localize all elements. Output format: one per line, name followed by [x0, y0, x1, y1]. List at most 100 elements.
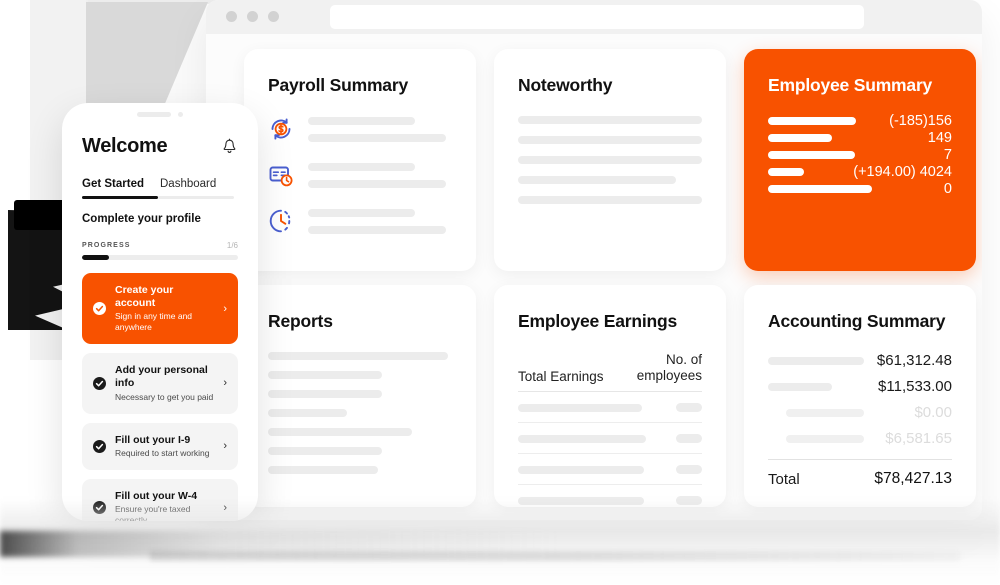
task-subtitle: Required to start working	[115, 447, 210, 458]
screenshot-root: Payroll Summary Noteworthy Employee Summ…	[0, 0, 1000, 585]
employee-summary-row: 149	[768, 129, 952, 146]
window-controls[interactable]	[226, 11, 279, 22]
chevron-right-icon[interactable]: ›	[223, 303, 227, 315]
table-row	[518, 454, 702, 486]
phone-header: Welcome	[82, 135, 238, 158]
window-close-dot[interactable]	[226, 11, 237, 22]
employee-summary-row: (+194.00) 4024	[768, 163, 952, 180]
card-noteworthy[interactable]: Noteworthy	[494, 49, 726, 271]
browser-chrome	[206, 0, 982, 34]
task-subtitle: Necessary to get you paid	[115, 391, 214, 402]
payroll-skeleton-lines	[308, 116, 452, 142]
payroll-skeleton-lines	[308, 208, 452, 234]
card-employee-earnings[interactable]: Employee Earnings Total Earnings No. of e…	[494, 285, 726, 507]
tab-get-started[interactable]: Get Started	[82, 178, 144, 190]
tab-inactive-indicator	[158, 196, 234, 199]
check-circle-icon	[93, 501, 106, 515]
browser-window: Payroll Summary Noteworthy Employee Summ…	[206, 0, 982, 520]
earnings-table-header: Total Earnings No. of employees	[518, 352, 702, 393]
payroll-skeleton-lines	[308, 162, 452, 188]
employee-summary-value: 149	[927, 129, 952, 146]
total-value: $78,427.13	[874, 470, 952, 487]
task-title: Fill out your I-9	[115, 433, 191, 446]
card-accounting-summary[interactable]: Accounting Summary $61,312.48 $11,533.00…	[744, 285, 976, 507]
column-header-no-of-employees: No. of employees	[636, 352, 702, 384]
progress-label: PROGRESS	[82, 242, 131, 249]
chevron-right-icon[interactable]: ›	[223, 502, 227, 514]
chevron-right-icon[interactable]: ›	[223, 440, 227, 452]
check-circle-icon	[93, 302, 106, 316]
table-row	[518, 392, 702, 424]
dashboard-card-grid: Payroll Summary Noteworthy Employee Summ…	[244, 49, 976, 507]
employee-summary-row: 7	[768, 146, 952, 163]
task-title: Add your personal info	[115, 364, 208, 390]
window-minimize-dot[interactable]	[247, 11, 258, 22]
check-circle-icon	[93, 376, 106, 390]
accounting-value: $0.00	[914, 404, 952, 421]
task-personal-info[interactable]: Add your personal info Necessary to get …	[82, 353, 238, 414]
browser-viewport: Payroll Summary Noteworthy Employee Summ…	[206, 34, 982, 520]
employee-summary-value: (-185)156	[889, 112, 952, 129]
card-employee-summary[interactable]: Employee Summary (-185)156 149 7 (+194.0…	[744, 49, 976, 271]
task-title: Fill out your W-4	[115, 489, 198, 502]
chevron-right-icon[interactable]: ›	[223, 377, 227, 389]
card-title: Noteworthy	[518, 75, 613, 95]
card-title: Payroll Summary	[268, 75, 408, 95]
window-maximize-dot[interactable]	[268, 11, 279, 22]
card-title: Accounting Summary	[768, 311, 946, 331]
noteworthy-skeleton-lines	[518, 116, 702, 204]
tab-active-indicator	[82, 196, 158, 199]
task-create-account[interactable]: Create your account Sign in any time and…	[82, 273, 238, 345]
address-bar[interactable]	[330, 5, 864, 29]
phone-camera	[178, 112, 183, 117]
phone-tabs[interactable]: Get Started Dashboard	[82, 174, 238, 192]
task-title: Create your account	[115, 284, 174, 310]
row-count-placeholder	[676, 465, 702, 475]
phone-mockup: Welcome Get Started Dashboard Complete y…	[62, 103, 258, 521]
task-fill-w4[interactable]: Fill out your W-4 Ensure you're taxed co…	[82, 478, 238, 521]
dollar-refresh-icon	[268, 116, 294, 142]
card-title: Employee Earnings	[518, 311, 678, 331]
column-header-total-earnings: Total Earnings	[518, 369, 604, 385]
accounting-row: $6,581.65	[768, 430, 952, 447]
progress-bar	[82, 255, 238, 260]
payroll-row	[268, 116, 452, 142]
bell-icon[interactable]	[221, 138, 238, 155]
progress-bar-fill	[82, 255, 109, 260]
check-circle-icon	[93, 439, 106, 453]
table-row	[518, 423, 702, 455]
phone-screen: Welcome Get Started Dashboard Complete y…	[62, 103, 258, 521]
divider	[768, 459, 952, 460]
payroll-row	[268, 208, 452, 234]
onboarding-task-list: Create your account Sign in any time and…	[82, 273, 238, 521]
bottom-ink-streak	[0, 531, 560, 557]
employee-summary-value: 0	[943, 180, 952, 197]
row-count-placeholder	[676, 434, 702, 444]
accounting-value: $11,533.00	[878, 378, 952, 395]
total-label: Total	[768, 470, 800, 488]
accounting-row: $0.00	[768, 404, 952, 421]
employee-summary-row: 0	[768, 180, 952, 197]
employee-summary-value: (+194.00) 4024	[853, 163, 952, 180]
reports-skeleton-lines	[268, 352, 452, 474]
payroll-row	[268, 162, 452, 188]
employee-summary-row: (-185)156	[768, 112, 952, 129]
bottom-ink-streak-secondary	[150, 551, 960, 561]
accounting-value: $6,581.65	[885, 430, 952, 447]
card-title: Employee Summary	[768, 75, 933, 95]
progress-header: PROGRESS 1/6	[82, 241, 238, 250]
card-clock-icon	[268, 162, 294, 188]
table-row	[518, 485, 702, 515]
page-title: Welcome	[82, 135, 168, 157]
tab-dashboard[interactable]: Dashboard	[160, 178, 216, 190]
phone-speaker	[137, 112, 171, 117]
accounting-row: $11,533.00	[768, 378, 952, 395]
card-payroll-summary[interactable]: Payroll Summary	[244, 49, 476, 271]
tab-indicators	[82, 196, 238, 199]
task-fill-i9[interactable]: Fill out your I-9 Required to start work…	[82, 422, 238, 470]
employee-summary-value: 7	[943, 146, 952, 163]
card-reports[interactable]: Reports	[244, 285, 476, 507]
accounting-row: $61,312.48	[768, 352, 952, 369]
section-title: Complete your profile	[82, 213, 201, 225]
row-count-placeholder	[676, 403, 702, 413]
